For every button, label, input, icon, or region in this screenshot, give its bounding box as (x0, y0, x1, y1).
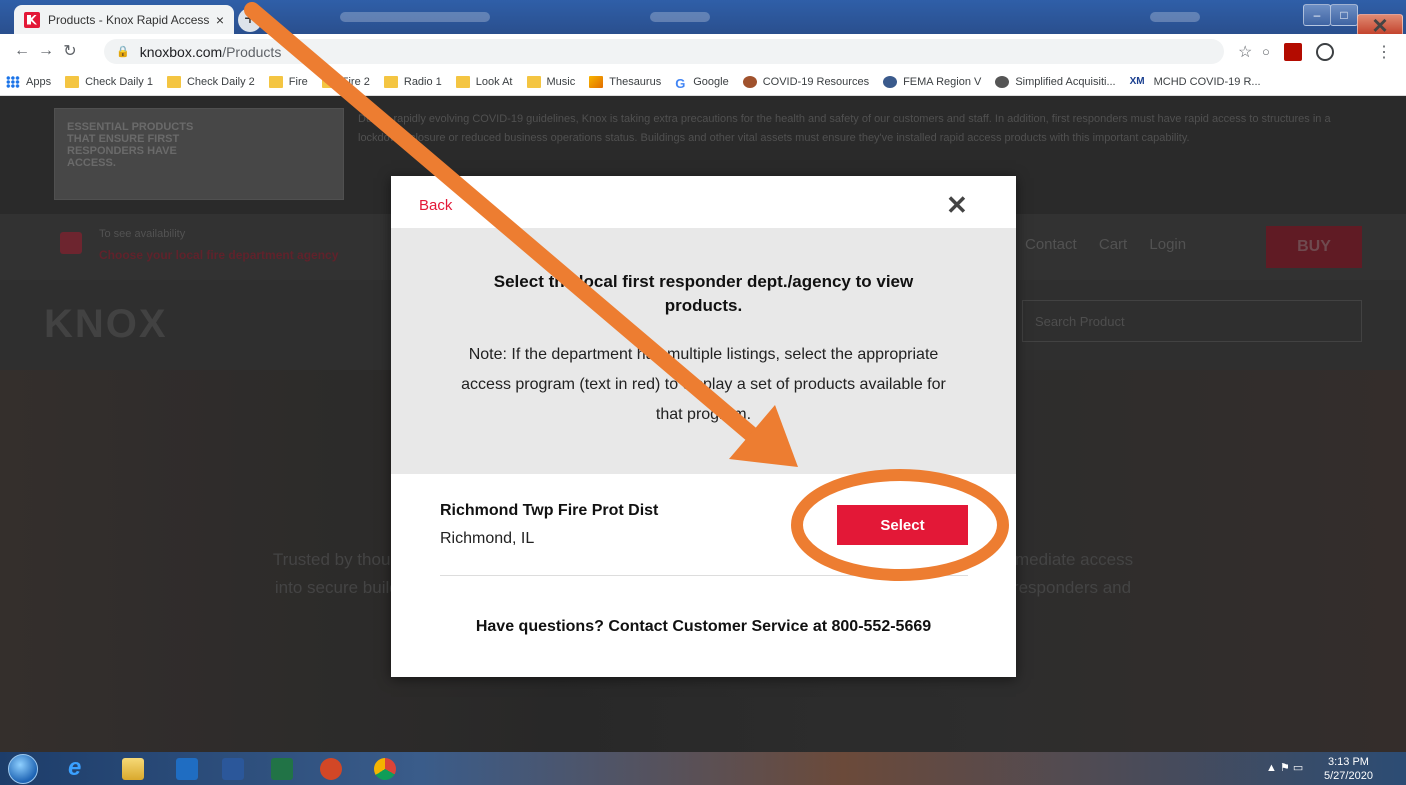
bookmark-item[interactable]: COVID-19 Resources (742, 75, 869, 88)
bookmark-item[interactable]: Simplified Acquisiti... (995, 75, 1116, 88)
thesaurus-icon (589, 75, 604, 88)
customer-service-text: Have questions? Contact Customer Service… (475, 618, 932, 635)
agency-listing: Richmond Twp Fire Prot Dist Richmond, IL… (440, 500, 968, 576)
taskbar-clock[interactable]: 3:13 PM 5/27/2020 (1324, 755, 1373, 783)
bookmark-item[interactable]: Check Daily 2 (166, 75, 255, 88)
clock-time: 3:13 PM (1327, 756, 1369, 768)
fema-icon (883, 75, 898, 88)
bookmark-item[interactable]: Check Daily 1 (65, 75, 153, 88)
file-explorer-icon[interactable] (122, 758, 144, 780)
lock-icon: 🔒 (116, 46, 130, 58)
internet-explorer-icon[interactable]: e (68, 756, 90, 780)
bookmark-item[interactable]: FEMA Region V (883, 75, 981, 88)
url-input[interactable]: 🔒 knoxbox.com /Products (104, 39, 1224, 64)
apps-icon (6, 75, 20, 88)
bookmark-item[interactable]: Music (526, 75, 575, 88)
address-bar-row: ← → ↻ 🔒 knoxbox.com /Products ☆ ○ ⋮ (0, 34, 1406, 68)
start-button-icon[interactable] (8, 754, 38, 784)
powerpoint-icon[interactable] (320, 758, 342, 780)
clock-date: 5/27/2020 (1324, 770, 1373, 782)
pdf-extension-icon[interactable] (1284, 43, 1302, 61)
bookmark-apps[interactable]: Apps (6, 75, 51, 88)
media-player-icon[interactable] (176, 758, 198, 780)
folder-icon (455, 75, 470, 88)
bookmark-item[interactable]: Look At (455, 75, 513, 88)
back-arrow-icon[interactable]: ← (10, 42, 34, 60)
folder-icon (526, 75, 541, 88)
folder-icon (321, 75, 336, 88)
excel-icon[interactable] (271, 758, 293, 780)
folder-icon (166, 75, 181, 88)
window-close-button[interactable]: × (1357, 12, 1403, 38)
browser-titlebar: Products - Knox Rapid Access Sy × + – □ … (0, 0, 1406, 38)
modal-note: Note: If the department has multiple lis… (461, 346, 946, 423)
google-icon: G (675, 75, 686, 91)
blurred-tab-title (340, 12, 490, 22)
folder-icon (65, 75, 80, 88)
bookmark-item[interactable]: XM MCHD COVID-19 R... (1130, 76, 1261, 88)
bookmark-star-icon[interactable]: ☆ (1238, 42, 1252, 62)
bookmark-item[interactable]: Thesaurus (589, 75, 661, 88)
bookmark-item[interactable]: Fire (268, 75, 308, 88)
browser-menu-icon[interactable]: ⋮ (1376, 42, 1392, 62)
agency-select-modal: Back ✕ Select the local first responder … (391, 176, 1016, 677)
modal-heading: Select the local first responder dept./a… (493, 272, 914, 315)
word-icon[interactable] (222, 758, 244, 780)
folder-icon (268, 75, 283, 88)
blurred-tab-title (650, 12, 710, 22)
new-tab-button[interactable]: + (238, 8, 262, 32)
window-maximize-button[interactable]: □ (1330, 4, 1358, 26)
select-button[interactable]: Select (837, 505, 968, 545)
agency-name: Richmond Twp Fire Prot Dist (440, 502, 659, 519)
back-link[interactable]: Back (419, 197, 452, 214)
browser-tab[interactable]: Products - Knox Rapid Access Sy × (14, 5, 234, 34)
window-minimize-button[interactable]: – (1303, 4, 1331, 26)
system-tray-icons[interactable]: ▲ ⚑ ▭ (1266, 761, 1303, 774)
bookmark-item[interactable]: Radio 1 (383, 75, 442, 88)
tab-title: Products - Knox Rapid Access Sy (48, 12, 210, 27)
blurred-user-name (1150, 12, 1200, 22)
agency-city: Richmond, IL (440, 530, 535, 547)
globe-icon (995, 75, 1010, 88)
covid-icon (742, 75, 757, 88)
knox-favicon-icon (24, 11, 40, 28)
reload-icon[interactable]: ↻ (58, 41, 82, 61)
bookmark-item[interactable]: G Google (675, 75, 728, 91)
url-path: /Products (222, 43, 282, 60)
forward-arrow-icon[interactable]: → (34, 42, 58, 60)
bookmarks-bar: Apps Check Daily 1 Check Daily 2 Fire Fi… (0, 68, 1406, 96)
modal-instructions: Select the local first responder dept./a… (391, 228, 1016, 474)
close-icon[interactable]: ✕ (946, 190, 968, 221)
extension-circle-icon[interactable]: ○ (1262, 44, 1270, 59)
windows-taskbar: e ▲ ⚑ ▭ 3:13 PM 5/27/2020 (0, 752, 1406, 785)
folder-icon (383, 75, 398, 88)
bookmark-item[interactable]: Fire 2 (321, 75, 370, 88)
tab-close-icon[interactable]: × (216, 12, 224, 28)
xm-icon: XM (1129, 75, 1145, 87)
chrome-icon[interactable] (374, 758, 396, 780)
account-icon[interactable] (1316, 43, 1334, 61)
url-host: knoxbox.com (139, 43, 223, 60)
modal-header: Back ✕ (391, 176, 1016, 228)
